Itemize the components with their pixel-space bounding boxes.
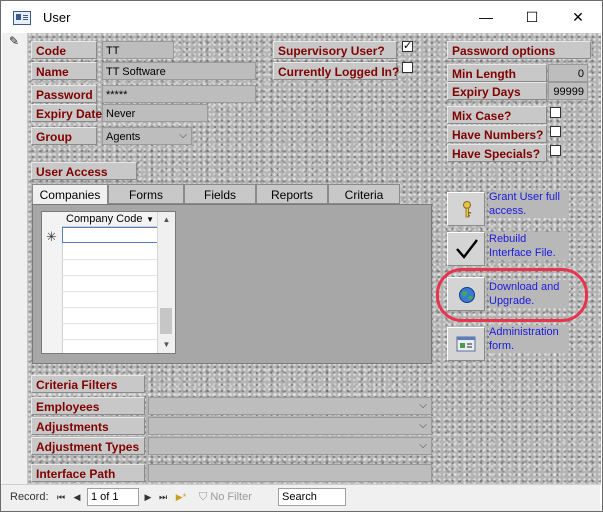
min-length-label: Min Length xyxy=(447,64,547,82)
row-selector-column[interactable] xyxy=(42,227,63,353)
tab-companies[interactable]: Companies xyxy=(32,184,108,205)
no-filter-button[interactable]: ⛉ No Filter xyxy=(199,489,252,505)
record-navigation-bar: Record: ⏮ ◀ 1 of 1 ▶ ⏭ ▶* ⛉ No Filter Se… xyxy=(1,484,600,511)
tab-fields[interactable]: Fields xyxy=(184,184,256,204)
company-code-column-header[interactable]: Company Code ▼ xyxy=(62,212,158,227)
have-numbers-label: Have Numbers? xyxy=(447,125,547,143)
datasheet-vertical-scrollbar[interactable]: ▲ ▼ xyxy=(157,212,175,353)
grid-row-line xyxy=(62,259,158,260)
scroll-down-icon[interactable]: ▼ xyxy=(158,337,175,353)
filter-icon: ⛉ xyxy=(199,491,208,503)
minimize-button[interactable]: — xyxy=(463,1,509,33)
pencil-edit-icon: ✎ xyxy=(9,34,20,48)
code-field[interactable]: TT xyxy=(102,41,174,59)
name-field[interactable]: TT Software xyxy=(102,62,256,80)
current-record-field[interactable]: 1 of 1 xyxy=(87,488,139,506)
companies-datasheet[interactable]: Company Code ▼ ✳ ▲ ▼ xyxy=(41,211,176,354)
group-combo[interactable]: Agents ⌵ xyxy=(102,127,192,145)
criteria-filters-header: Criteria Filters xyxy=(31,375,145,393)
grid-row-line xyxy=(62,291,158,292)
new-record-icon: ✳ xyxy=(46,229,57,244)
tab-forms[interactable]: Forms xyxy=(108,184,184,204)
expiry-date-label: Expiry Date xyxy=(31,104,102,122)
have-specials-label: Have Specials? xyxy=(447,144,547,162)
have-specials-checkbox[interactable] xyxy=(550,145,561,156)
currently-logged-in-checkbox[interactable] xyxy=(402,62,413,73)
user-access-header: User Access xyxy=(31,162,137,180)
key-icon xyxy=(463,201,471,218)
search-input[interactable]: Search xyxy=(278,488,346,506)
expiry-date-field[interactable]: Never xyxy=(102,104,208,122)
currently-logged-in-label: Currently Logged In? xyxy=(273,62,399,80)
chevron-down-icon[interactable]: ⌵ xyxy=(415,418,431,434)
administration-form-link[interactable]: Administration form. xyxy=(489,325,569,353)
tab-criteria[interactable]: Criteria xyxy=(328,184,400,204)
expiry-days-label: Expiry Days xyxy=(447,82,547,100)
mix-case-checkbox[interactable] xyxy=(550,107,561,118)
new-record-nav-icon[interactable]: ▶* xyxy=(173,489,189,505)
supervisory-user-checkbox[interactable]: ✓ xyxy=(402,41,413,52)
interface-path-field[interactable] xyxy=(148,464,432,482)
group-value: Agents xyxy=(106,131,141,143)
adjustments-label: Adjustments xyxy=(31,417,145,435)
chevron-down-icon[interactable]: ⌵ xyxy=(175,128,191,144)
code-label: Code xyxy=(31,41,97,59)
rebuild-interface-button[interactable] xyxy=(447,232,485,266)
form-icon xyxy=(13,11,31,25)
grid-row-line xyxy=(62,307,158,308)
grant-full-access-link[interactable]: Grant User full access. xyxy=(489,190,569,218)
company-code-new-cell[interactable] xyxy=(62,227,158,243)
adjustment-types-label: Adjustment Types xyxy=(31,437,145,455)
scroll-up-icon[interactable]: ▲ xyxy=(158,212,175,228)
previous-record-icon[interactable]: ◀ xyxy=(71,489,83,505)
expiry-days-field[interactable]: 99999 xyxy=(548,82,588,100)
name-label: Name xyxy=(31,62,97,80)
window-title: User xyxy=(43,10,71,25)
highlight-annotation xyxy=(436,268,588,322)
title-bar: User — ☐ ✕ xyxy=(1,1,602,33)
first-record-icon[interactable]: ⏮ xyxy=(55,489,67,505)
record-selector[interactable]: ✎ xyxy=(2,33,28,485)
adjustments-combo[interactable]: ⌵ xyxy=(148,417,432,435)
tab-reports[interactable]: Reports xyxy=(256,184,328,204)
chevron-down-icon[interactable]: ⌵ xyxy=(415,398,431,414)
supervisory-user-label: Supervisory User? xyxy=(273,41,397,59)
min-length-field[interactable]: 0 xyxy=(548,64,588,82)
password-options-header: Password options xyxy=(447,41,591,59)
adjustment-types-combo[interactable]: ⌵ xyxy=(148,437,432,455)
record-label: Record: xyxy=(10,491,49,503)
group-label: Group xyxy=(31,127,97,145)
no-filter-label: No Filter xyxy=(210,491,252,503)
interface-path-label: Interface Path xyxy=(31,464,145,482)
close-button[interactable]: ✕ xyxy=(555,1,601,33)
grid-row-line xyxy=(62,323,158,324)
checkmark-icon xyxy=(456,239,478,259)
have-numbers-checkbox[interactable] xyxy=(550,126,561,137)
scroll-thumb[interactable] xyxy=(160,308,172,334)
next-record-icon[interactable]: ▶ xyxy=(142,489,154,505)
sort-dropdown-icon[interactable]: ▼ xyxy=(146,212,154,227)
administration-form-button[interactable] xyxy=(447,327,485,361)
employees-combo[interactable]: ⌵ xyxy=(148,397,432,415)
rebuild-interface-link[interactable]: Rebuild Interface File. xyxy=(489,232,569,260)
company-code-header-label: Company Code xyxy=(66,213,143,225)
grid-row-line xyxy=(62,275,158,276)
last-record-icon[interactable]: ⏭ xyxy=(157,489,169,505)
chevron-down-icon[interactable]: ⌵ xyxy=(415,438,431,454)
select-all-corner[interactable] xyxy=(42,212,63,228)
user-access-tabs: Companies Forms Fields Reports Criteria xyxy=(32,184,400,205)
mix-case-label: Mix Case? xyxy=(447,106,547,124)
password-label: Password xyxy=(31,85,97,103)
password-field[interactable]: ***** xyxy=(102,85,256,103)
maximize-button[interactable]: ☐ xyxy=(509,1,555,33)
employees-label: Employees xyxy=(31,397,145,415)
grid-row-line xyxy=(62,339,158,340)
grant-full-access-button[interactable] xyxy=(447,192,485,226)
admin-form-icon xyxy=(456,336,476,352)
